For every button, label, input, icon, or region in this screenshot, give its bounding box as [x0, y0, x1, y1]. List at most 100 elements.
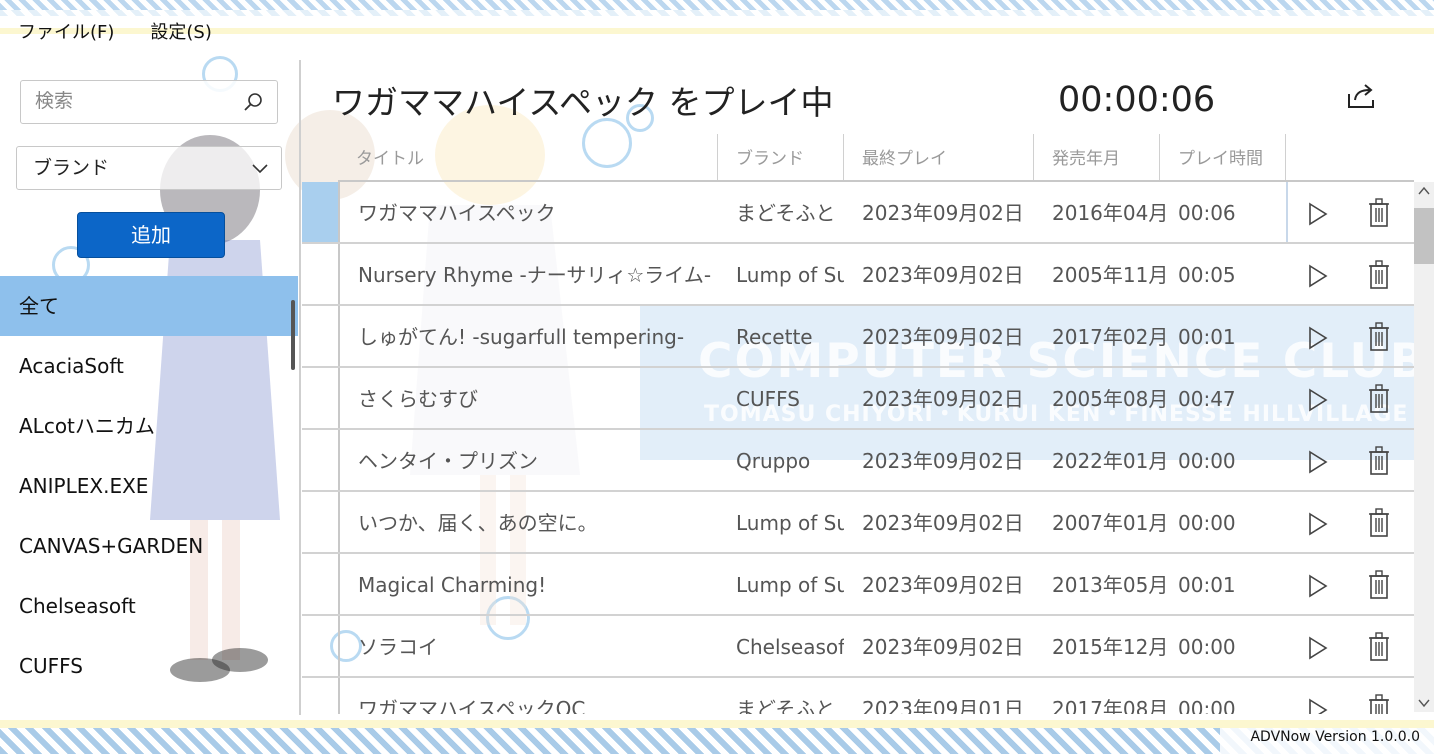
cell-brand: Qruppo	[736, 449, 811, 473]
trash-icon[interactable]	[1368, 694, 1390, 714]
brand-item[interactable]: Chelseasoft	[0, 576, 298, 636]
chevron-down-icon	[252, 164, 268, 174]
trash-icon[interactable]	[1368, 322, 1390, 352]
scrollbar-thumb[interactable]	[1414, 208, 1434, 264]
cell-last-played: 2023年09月02日	[862, 635, 1024, 659]
search-box	[20, 80, 278, 124]
top-stripe-decoration	[0, 0, 1434, 10]
cell-last-played: 2023年09月02日	[862, 511, 1024, 535]
cell-play-time: 00:47	[1178, 387, 1236, 411]
column-title[interactable]: タイトル	[338, 134, 718, 180]
cell-title: ワガママハイスペック	[358, 201, 556, 225]
version-label: ADVNow Version 1.0.0.0	[1250, 729, 1420, 745]
cell-last-played: 2023年09月02日	[862, 325, 1024, 349]
cell-play-time: 00:00	[1178, 511, 1236, 535]
cell-play-time: 00:00	[1178, 635, 1236, 659]
trash-icon[interactable]	[1368, 508, 1390, 538]
cell-brand: Lump of Sugar	[736, 573, 844, 597]
play-icon[interactable]	[1308, 388, 1328, 412]
cell-last-played: 2023年09月02日	[862, 573, 1024, 597]
cell-release: 2017年08月	[1052, 697, 1169, 714]
table-rows: ワガママハイスペック まどそふと 2023年09月02日 2016年04月 00…	[302, 182, 1414, 714]
cell-title: さくらむすび	[358, 387, 478, 411]
sidebar-divider	[299, 60, 301, 715]
play-icon[interactable]	[1308, 326, 1328, 350]
cell-play-time: 00:01	[1178, 573, 1236, 597]
row-selection-marker	[302, 182, 338, 242]
cell-release: 2022年01月	[1052, 449, 1169, 473]
cell-release: 2005年11月	[1052, 263, 1169, 287]
play-icon[interactable]	[1308, 574, 1328, 598]
menu-bar: ファイル(F) 設定(S)	[0, 16, 230, 46]
trash-icon[interactable]	[1368, 446, 1390, 476]
brand-filter-value: ブランド	[33, 157, 110, 179]
menu-file[interactable]: ファイル(F)	[0, 16, 132, 46]
cell-brand: まどそふと	[736, 697, 836, 714]
table-row[interactable]: ワガママハイスペックOC まどそふと 2023年09月01日 2017年08月 …	[302, 678, 1414, 714]
play-icon[interactable]	[1308, 450, 1328, 474]
table-row[interactable]: いつか、届く、あの空に。 Lump of Sugar 2023年09月02日 2…	[302, 492, 1414, 554]
cell-title: しゅがてん! -sugarfull tempering-	[358, 325, 685, 349]
now-playing-title: ワガママハイスペック をプレイ中	[332, 83, 834, 122]
play-icon[interactable]	[1308, 202, 1328, 226]
table-scrollbar[interactable]	[1414, 182, 1434, 712]
trash-icon[interactable]	[1368, 384, 1390, 414]
cell-play-time: 00:01	[1178, 325, 1236, 349]
scroll-down-icon[interactable]	[1418, 698, 1430, 708]
trash-icon[interactable]	[1368, 632, 1390, 662]
cell-play-time: 00:05	[1178, 263, 1236, 287]
cell-title: いつか、届く、あの空に。	[358, 511, 598, 535]
cell-release: 2015年12月	[1052, 635, 1169, 659]
brand-item[interactable]: AcaciaSoft	[0, 336, 298, 396]
column-play-time[interactable]: プレイ時間	[1160, 134, 1286, 180]
table-row[interactable]: Magical Charming! Lump of Sugar 2023年09月…	[302, 554, 1414, 616]
play-icon[interactable]	[1308, 636, 1328, 660]
play-icon[interactable]	[1308, 264, 1328, 288]
table-row[interactable]: ワガママハイスペック まどそふと 2023年09月02日 2016年04月 00…	[302, 182, 1414, 244]
add-button[interactable]: 追加	[77, 212, 225, 258]
cell-title: ソラコイ	[358, 635, 438, 659]
play-icon[interactable]	[1308, 698, 1328, 714]
cell-last-played: 2023年09月02日	[862, 387, 1024, 411]
trash-icon[interactable]	[1368, 198, 1390, 228]
brand-item[interactable]: CANVAS+GARDEN	[0, 516, 298, 576]
cell-release: 2007年01月	[1052, 511, 1169, 535]
menu-settings[interactable]: 設定(S)	[132, 16, 229, 46]
brand-list: 全て AcaciaSoft ALcotハニカム ANIPLEX.EXE CANV…	[0, 276, 298, 696]
trash-icon[interactable]	[1368, 260, 1390, 290]
cell-release: 2017年02月	[1052, 325, 1169, 349]
sidebar-scrollbar[interactable]	[291, 300, 295, 370]
cell-brand: CUFFS	[736, 387, 800, 411]
table-header: タイトル ブランド 最終プレイ 発売年月 プレイ時間	[338, 134, 1414, 180]
brand-filter-select[interactable]: ブランド	[16, 146, 282, 190]
play-icon[interactable]	[1308, 512, 1328, 536]
cell-brand: まどそふと	[736, 201, 836, 225]
table-row[interactable]: Nursery Rhyme -ナーサリィ☆ライム- Lump of Sugar …	[302, 244, 1414, 306]
trash-icon[interactable]	[1368, 570, 1390, 600]
column-release[interactable]: 発売年月	[1034, 134, 1160, 180]
column-last-played[interactable]: 最終プレイ	[844, 134, 1034, 180]
cell-title: ワガママハイスペックOC	[358, 697, 586, 714]
table-row[interactable]: ヘンタイ・プリズン Qruppo 2023年09月02日 2022年01月 00…	[302, 430, 1414, 492]
brand-item[interactable]: ALcotハニカム	[0, 396, 298, 456]
scroll-up-icon[interactable]	[1418, 186, 1430, 196]
cell-title: Magical Charming!	[358, 573, 547, 597]
bottom-yellow-line	[0, 720, 1434, 728]
cell-last-played: 2023年09月02日	[862, 449, 1024, 473]
cell-brand: Lump of Sugar	[736, 511, 844, 535]
table-row[interactable]: さくらむすび CUFFS 2023年09月02日 2005年08月 00:47	[302, 368, 1414, 430]
brand-item[interactable]: ANIPLEX.EXE	[0, 456, 298, 516]
brand-item-all[interactable]: 全て	[0, 276, 298, 336]
brand-item[interactable]: CUFFS	[0, 636, 298, 696]
search-input[interactable]	[21, 81, 249, 121]
table-row[interactable]: しゅがてん! -sugarfull tempering- Recette 202…	[302, 306, 1414, 368]
column-brand[interactable]: ブランド	[718, 134, 844, 180]
bottom-stripe-decoration	[0, 728, 1434, 754]
search-icon[interactable]	[243, 92, 263, 112]
cell-last-played: 2023年09月02日	[862, 263, 1024, 287]
share-icon[interactable]	[1346, 82, 1378, 110]
table-row[interactable]: ソラコイ Chelseasoft 2023年09月02日 2015年12月 00…	[302, 616, 1414, 678]
elapsed-timer: 00:00:06	[1058, 80, 1216, 120]
cell-title: Nursery Rhyme -ナーサリィ☆ライム-	[358, 263, 712, 287]
cell-release: 2016年04月	[1052, 201, 1169, 225]
